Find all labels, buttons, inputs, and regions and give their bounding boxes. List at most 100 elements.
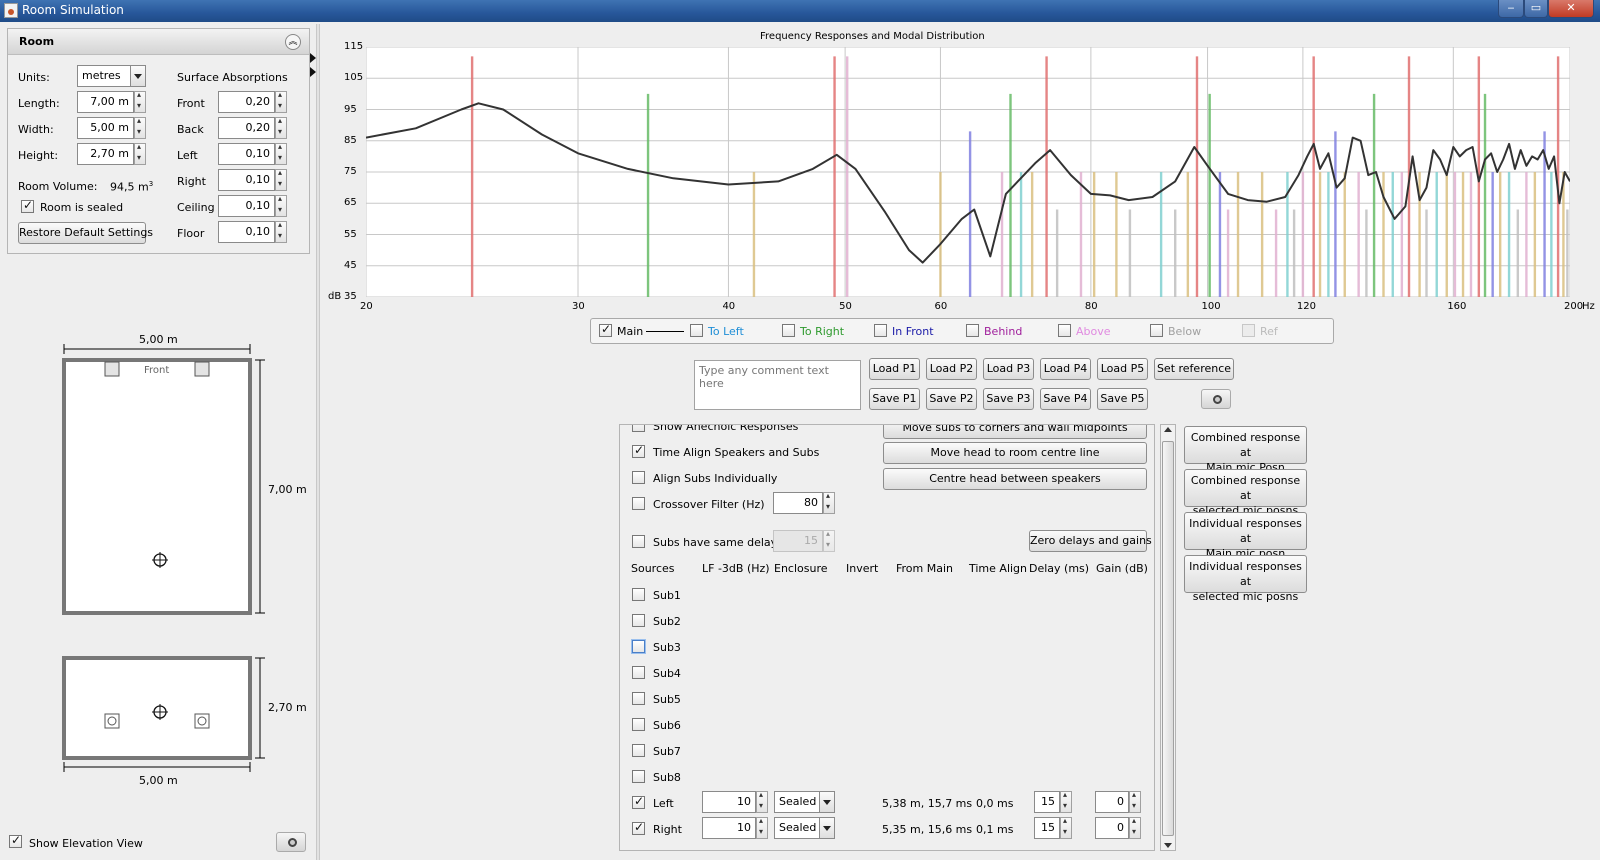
width-field[interactable]: 5,00 m (77, 117, 134, 139)
width-stepper[interactable] (134, 116, 146, 139)
sub8-checkbox[interactable] (632, 770, 645, 783)
right-gain-stepper[interactable] (1129, 816, 1141, 839)
legend-main-checkbox[interactable] (599, 322, 612, 337)
room-plan-view[interactable] (40, 330, 320, 630)
move-head-button[interactable]: Move head to room centre line (883, 442, 1147, 464)
left-delay-field[interactable]: 15 (1034, 791, 1060, 813)
height-stepper[interactable] (134, 142, 146, 165)
legend-above-checkbox[interactable] (1058, 324, 1071, 337)
left-gain-stepper[interactable] (1129, 790, 1141, 813)
crossover-stepper[interactable] (823, 491, 835, 514)
absorption-front-field[interactable]: 0,20 (218, 91, 275, 113)
left-delay-stepper[interactable] (1060, 790, 1072, 813)
load-p1-button[interactable]: Load P1 (869, 358, 920, 380)
legend-behind-checkbox[interactable] (966, 324, 979, 337)
chevron-down-icon[interactable] (819, 791, 835, 813)
frequency-response-chart[interactable] (366, 47, 1570, 297)
maximize-button[interactable]: ▭ (1524, 0, 1548, 18)
height-field[interactable]: 2,70 m (77, 143, 134, 165)
splitter-arrow-icon[interactable] (310, 67, 316, 77)
same-delay-field[interactable]: 15 (773, 530, 823, 552)
combined-main-button[interactable]: Combined response at Main mic Posn (1184, 426, 1307, 474)
right-lf-field[interactable]: 10 (702, 817, 756, 839)
time-align-checkbox[interactable] (632, 443, 645, 458)
save-p4-button[interactable]: Save P4 (1040, 388, 1091, 410)
right-delay-stepper[interactable] (1060, 816, 1072, 839)
anechoic-checkbox[interactable] (632, 425, 645, 432)
individual-selected-button[interactable]: Individual responses at selected mic posn… (1184, 555, 1307, 603)
right-lf-stepper[interactable] (756, 816, 768, 839)
crossover-field[interactable]: 80 (773, 492, 823, 514)
save-p2-button[interactable]: Save P2 (926, 388, 977, 410)
save-p1-button[interactable]: Save P1 (869, 388, 920, 410)
sub5-checkbox[interactable] (632, 692, 645, 705)
individual-main-button[interactable]: Individual responses at Main mic posn (1184, 512, 1307, 560)
camera-icon[interactable] (276, 832, 306, 852)
absorption-ceiling-stepper[interactable] (275, 194, 287, 217)
same-delay-checkbox[interactable] (632, 535, 645, 548)
legend-below-checkbox[interactable] (1150, 324, 1163, 337)
restore-defaults-button[interactable]: Restore Default Settings (18, 222, 153, 244)
absorption-right-stepper[interactable] (275, 168, 287, 191)
same-delay-stepper[interactable] (823, 529, 835, 552)
move-subs-button[interactable]: Move subs to corners and wall midpoints (883, 425, 1147, 439)
scroll-thumb[interactable] (1162, 441, 1174, 836)
sub7-checkbox[interactable] (632, 744, 645, 757)
left-enclosure-select[interactable]: Sealed (774, 791, 820, 813)
right-speaker-checkbox[interactable] (632, 820, 645, 835)
scroll-up-icon[interactable] (1164, 427, 1172, 432)
room-elevation-view[interactable] (40, 650, 320, 780)
load-p4-button[interactable]: Load P4 (1040, 358, 1091, 380)
load-p2-button[interactable]: Load P2 (926, 358, 977, 380)
absorption-back-field[interactable]: 0,20 (218, 117, 275, 139)
units-select[interactable]: metres (77, 65, 131, 87)
close-button[interactable]: ✕ (1548, 0, 1594, 18)
absorption-right-field[interactable]: 0,10 (218, 169, 275, 191)
comment-textarea[interactable]: Type any comment text here (694, 360, 861, 410)
scroll-down-icon[interactable] (1164, 843, 1172, 848)
length-stepper[interactable] (134, 90, 146, 113)
crossover-checkbox[interactable] (632, 497, 645, 510)
absorption-back-stepper[interactable] (275, 116, 287, 139)
sub2-checkbox[interactable] (632, 614, 645, 627)
align-subs-checkbox[interactable] (632, 471, 645, 484)
save-p5-button[interactable]: Save P5 (1097, 388, 1148, 410)
set-reference-button[interactable]: Set reference (1154, 358, 1234, 380)
centre-head-button[interactable]: Centre head between speakers (883, 468, 1147, 490)
screenshot-camera-icon[interactable] (1201, 389, 1231, 409)
right-gain-field[interactable]: 0 (1095, 817, 1129, 839)
sub6-checkbox[interactable] (632, 718, 645, 731)
collapse-icon[interactable]: ︽ (285, 34, 301, 50)
save-p3-button[interactable]: Save P3 (983, 388, 1034, 410)
right-enclosure-select[interactable]: Sealed (774, 817, 820, 839)
absorption-left-stepper[interactable] (275, 142, 287, 165)
legend-in-front-checkbox[interactable] (874, 324, 887, 337)
left-speaker-checkbox[interactable] (632, 794, 645, 809)
sub1-checkbox[interactable] (632, 588, 645, 601)
chevron-down-icon[interactable] (819, 817, 835, 839)
length-field[interactable]: 7,00 m (77, 91, 134, 113)
absorption-floor-field[interactable]: 0,10 (218, 221, 275, 243)
left-lf-stepper[interactable] (756, 790, 768, 813)
absorption-ceiling-field[interactable]: 0,10 (218, 195, 275, 217)
settings-scrollbar[interactable] (1160, 424, 1176, 851)
room-sealed-checkbox[interactable] (21, 198, 34, 213)
absorption-floor-stepper[interactable] (275, 220, 287, 243)
legend-to-left-checkbox[interactable] (690, 324, 703, 337)
sub3-checkbox[interactable] (632, 640, 645, 653)
load-p3-button[interactable]: Load P3 (983, 358, 1034, 380)
minimize-button[interactable]: ‒ (1498, 0, 1524, 18)
splitter-arrow-icon[interactable] (310, 53, 316, 63)
legend-to-right-checkbox[interactable] (782, 324, 795, 337)
load-p5-button[interactable]: Load P5 (1097, 358, 1148, 380)
left-lf-field[interactable]: 10 (702, 791, 756, 813)
panel-splitter[interactable] (316, 24, 320, 860)
left-gain-field[interactable]: 0 (1095, 791, 1129, 813)
combined-selected-button[interactable]: Combined response at selected mic posns (1184, 469, 1307, 517)
sub4-checkbox[interactable] (632, 666, 645, 679)
zero-delays-button[interactable]: Zero delays and gains (1029, 530, 1152, 552)
legend-ref-checkbox[interactable] (1242, 324, 1255, 337)
right-delay-field[interactable]: 15 (1034, 817, 1060, 839)
absorption-left-field[interactable]: 0,10 (218, 143, 275, 165)
show-elevation-checkbox[interactable] (9, 833, 22, 848)
